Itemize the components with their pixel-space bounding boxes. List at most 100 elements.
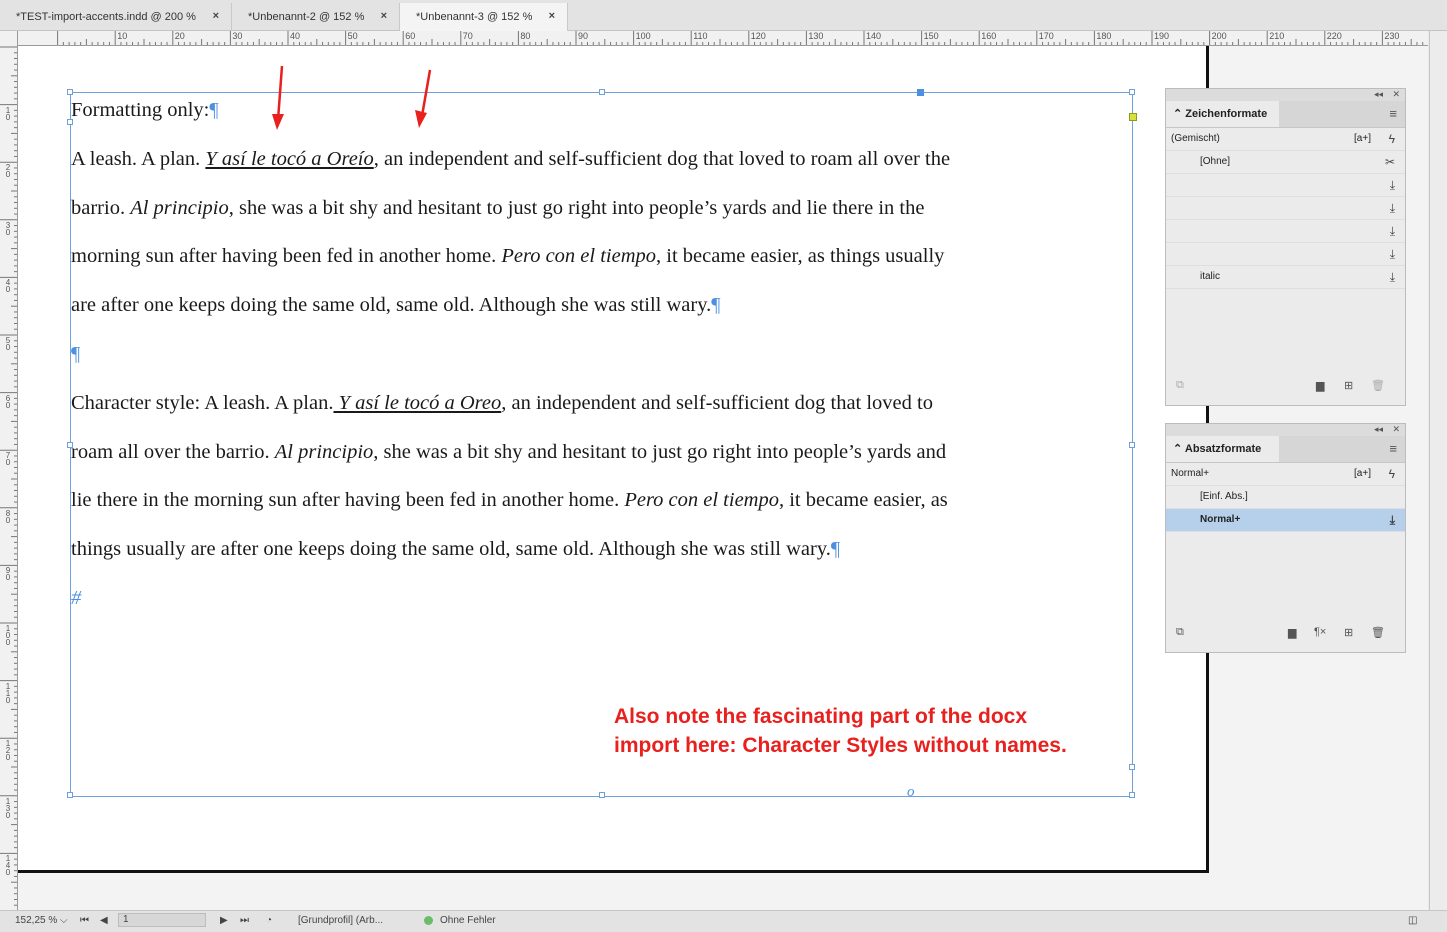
- quick-apply-icon[interactable]: ϟ: [1389, 463, 1395, 485]
- new-style-from-selection-button[interactable]: [a+]: [1354, 463, 1371, 485]
- ruler-label: 70: [462, 31, 473, 41]
- quick-apply-icon[interactable]: ϟ: [1389, 128, 1395, 150]
- chevron-down-icon[interactable]: ⌵: [60, 915, 68, 926]
- story-text[interactable]: Formatting only:¶ A leash. A plan. Y así…: [71, 86, 1131, 623]
- annotation-arrows: [272, 65, 432, 130]
- list-item[interactable]: ⤓: [1166, 174, 1405, 197]
- text-run: things usually are after one keeps doing…: [71, 538, 831, 561]
- text-run: , she was a bit shy and hesitant to just…: [373, 440, 947, 463]
- list-item[interactable]: ⤓: [1166, 220, 1405, 243]
- arrow-line: [276, 65, 284, 121]
- collapse-icon[interactable]: ◂◂: [1374, 89, 1383, 100]
- ruler-label: 20: [174, 31, 185, 41]
- ruler-origin[interactable]: [0, 31, 18, 46]
- ruler-label: 130: [5, 796, 11, 820]
- vertical-scrollbar[interactable]: [1429, 31, 1447, 911]
- tab-zeichenformate[interactable]: ⌃ Zeichenformate: [1166, 101, 1279, 127]
- list-item[interactable]: [Einf. Abs.]: [1166, 486, 1405, 509]
- preflight-status[interactable]: Ohne Fehler: [440, 915, 496, 926]
- panel-tab-row: ⌃ Absatzformate ≡: [1166, 436, 1405, 463]
- tab-unbenannt-2[interactable]: *Unbenannt-2 @ 152 % ×: [232, 3, 400, 30]
- zoom-level[interactable]: 152,25 %: [15, 915, 57, 926]
- ruler-label: 190: [1154, 31, 1170, 41]
- preflight-profile[interactable]: [Grundprofil] (Arb...: [298, 915, 383, 926]
- style-name: [Ohne]: [1200, 156, 1231, 167]
- text-run: , an independent and self-sufficient dog…: [373, 147, 951, 170]
- new-style-icon[interactable]: ⊞: [1344, 626, 1353, 639]
- close-icon[interactable]: ✕: [1392, 424, 1400, 435]
- collapse-icon[interactable]: ◂◂: [1374, 424, 1383, 435]
- heading-line: Formatting only:¶: [71, 86, 1131, 135]
- spread-icon[interactable]: ◔: [266, 915, 272, 926]
- tab-absatzformate[interactable]: ⌃ Absatzformate: [1166, 436, 1279, 462]
- new-style-from-selection-button[interactable]: [a+]: [1354, 128, 1371, 150]
- previous-page-icon[interactable]: ◀: [100, 915, 108, 926]
- status-bar: 152,25 % ⌵ ⏮ ◀ 1 ▶ ⏭ ◔ [Grundprofil] (Ar…: [0, 910, 1447, 932]
- text-run: , it became easier, as things usually: [656, 245, 945, 268]
- panel-menu-icon[interactable]: ≡: [1389, 106, 1397, 121]
- new-style-icon[interactable]: ⊞: [1344, 379, 1353, 392]
- split-view-icon[interactable]: ◫: [1408, 915, 1417, 926]
- text-run: lie there in the morning sun after havin…: [71, 489, 625, 512]
- list-item[interactable]: [Ohne] ✂: [1166, 151, 1405, 174]
- paragraph-styles-panel[interactable]: ◂◂ ✕ ⌃ Absatzformate ≡ Normal+ [a+] ϟ [E…: [1165, 423, 1406, 653]
- current-style-row: Normal+ [a+] ϟ: [1166, 463, 1405, 486]
- character-styles-panel[interactable]: ◂◂ ✕ ⌃ Zeichenformate ≡ (Gemischt) [a+] …: [1165, 88, 1406, 406]
- first-page-icon[interactable]: ⏮: [80, 915, 89, 926]
- load-styles-icon[interactable]: ⧉: [1176, 379, 1184, 392]
- tab-unbenannt-3[interactable]: *Unbenannt-3 @ 152 % ×: [400, 3, 568, 31]
- style-name: [Einf. Abs.]: [1200, 491, 1248, 502]
- list-item-selected[interactable]: Normal+ ⤓: [1166, 509, 1405, 532]
- ruler-label: 220: [1326, 31, 1342, 41]
- frame-handle[interactable]: [67, 792, 73, 798]
- load-styles-icon[interactable]: ⧉: [1176, 626, 1184, 639]
- new-group-folder-icon[interactable]: ▆: [1288, 626, 1296, 639]
- close-icon[interactable]: ×: [549, 10, 555, 22]
- text-line: A leash. A plan. Y así le tocó a Oreío, …: [71, 135, 1131, 184]
- last-page-icon[interactable]: ⏭: [240, 915, 249, 926]
- ruler-label: 80: [5, 508, 11, 525]
- clear-overrides-icon[interactable]: ¶×: [1314, 626, 1326, 638]
- frame-handle[interactable]: [1129, 792, 1135, 798]
- trash-icon[interactable]: 🗑: [1371, 626, 1385, 639]
- annotation-line: import here: Character Styles without na…: [614, 734, 1067, 757]
- ruler-label: 200: [1211, 31, 1227, 41]
- ruler-label: 160: [981, 31, 997, 41]
- new-group-folder-icon[interactable]: ▆: [1316, 379, 1324, 392]
- list-item[interactable]: ⤓: [1166, 243, 1405, 266]
- ruler-label: 140: [866, 31, 882, 41]
- frame-handle[interactable]: [599, 792, 605, 798]
- italic-run: Y así le tocó a Oreío: [205, 147, 374, 170]
- italic-run: Al principio: [274, 440, 374, 463]
- out-port[interactable]: [1129, 764, 1135, 770]
- tab-test-import-accents[interactable]: *TEST-import-accents.indd @ 200 % ×: [0, 3, 232, 30]
- ruler-label: 140: [5, 854, 11, 878]
- close-icon[interactable]: ×: [381, 10, 387, 22]
- vertical-ruler[interactable]: 102030405060708090100110120130140150: [0, 45, 18, 911]
- trash-icon[interactable]: 🗑: [1371, 379, 1385, 392]
- panel-menu-icon[interactable]: ≡: [1389, 441, 1397, 456]
- ruler-label: 40: [290, 31, 301, 41]
- pilcrow-mark: ¶: [71, 342, 81, 365]
- ruler-label: 120: [750, 31, 766, 41]
- horizontal-ruler[interactable]: 10 20 30 40 50 60 70 80 90 100 110 120 130 140 150 160 1…: [18, 31, 1428, 46]
- text-run: Character style: A leash. A plan.: [71, 391, 334, 414]
- next-page-icon[interactable]: ▶: [220, 915, 228, 926]
- ruler-label: 10: [117, 31, 128, 41]
- list-item[interactable]: italic ⤓: [1166, 266, 1405, 289]
- text-run: barrio.: [71, 196, 131, 219]
- scissors-icon: ✂: [1384, 155, 1395, 169]
- panel-titlebar[interactable]: ◂◂ ✕: [1166, 89, 1405, 101]
- current-style-label: Normal+: [1171, 468, 1210, 479]
- page-number-field[interactable]: 1: [118, 913, 206, 927]
- close-icon[interactable]: ×: [213, 10, 219, 22]
- ruler-label: 80: [520, 31, 531, 41]
- arrow-line: [420, 69, 432, 117]
- panel-title: Zeichenformate: [1185, 108, 1268, 120]
- ruler-label: 50: [5, 336, 11, 352]
- import-icon: ⤓: [1389, 270, 1395, 284]
- ruler-label: 40: [5, 278, 11, 295]
- list-item[interactable]: ⤓: [1166, 197, 1405, 220]
- panel-titlebar[interactable]: ◂◂ ✕: [1166, 424, 1405, 436]
- close-icon[interactable]: ✕: [1392, 89, 1400, 100]
